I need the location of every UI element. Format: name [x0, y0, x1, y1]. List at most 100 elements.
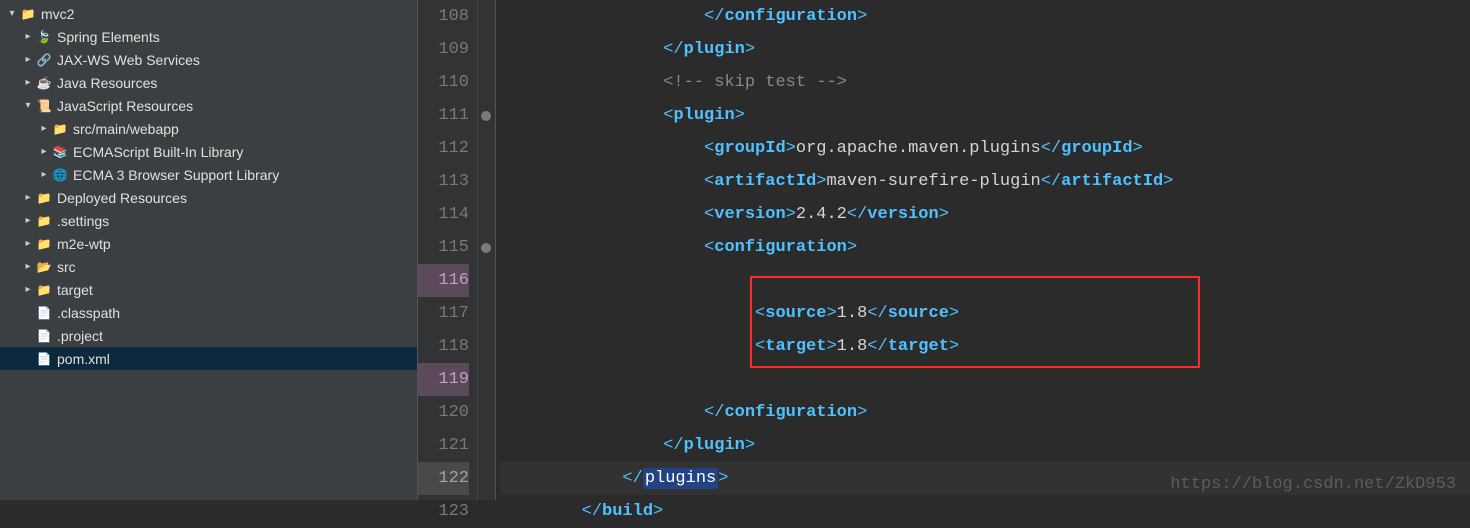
code-line[interactable]: </configuration> — [500, 396, 1470, 429]
code-line[interactable]: <target>1.8</target> — [500, 330, 1470, 363]
token-tag: groupId — [1061, 139, 1132, 158]
chevron-right-icon[interactable]: ▸ — [22, 215, 34, 227]
tree-item[interactable]: ▸📚ECMAScript Built-In Library — [0, 140, 417, 163]
code-line[interactable]: <configuration> — [500, 231, 1470, 264]
chevron-right-icon[interactable]: ▸ — [22, 261, 34, 273]
tree-item[interactable]: ▸☕Java Resources — [0, 71, 417, 94]
proj-icon: 📁 — [20, 6, 36, 22]
token-bracket: > — [786, 205, 796, 224]
token-tag: plugin — [673, 106, 734, 125]
token-tag: target — [765, 337, 826, 356]
chevron-right-icon[interactable]: ▸ — [38, 123, 50, 135]
code-area[interactable]: </configuration> </plugin> <!-- skip tes… — [496, 0, 1470, 500]
code-line[interactable]: </plugin> — [500, 429, 1470, 462]
token-bracket: </ — [622, 469, 642, 488]
tree-item[interactable]: ▸📁m2e-wtp — [0, 232, 417, 255]
tree-item-label: src/main/webapp — [73, 121, 179, 137]
folder-icon: 📁 — [52, 121, 68, 137]
chevron-down-icon[interactable]: ▾ — [6, 8, 18, 20]
token-bracket: > — [1163, 172, 1173, 191]
token-comment: <!-- skip test --> — [663, 73, 847, 92]
spring-icon: 🍃 — [36, 29, 52, 45]
chevron-right-icon[interactable]: ▸ — [22, 77, 34, 89]
tree-item-label: ECMA 3 Browser Support Library — [73, 167, 279, 183]
token-bracket: > — [949, 304, 959, 323]
token-bracket: < — [704, 139, 714, 158]
chevron-down-icon[interactable]: ▾ — [22, 100, 34, 112]
spacer-icon — [22, 307, 34, 319]
chevron-right-icon[interactable]: ▸ — [22, 54, 34, 66]
line-number: 119 — [418, 363, 469, 396]
token-bracket: </ — [704, 7, 724, 26]
tree-item[interactable]: 📄.project — [0, 324, 417, 347]
token-tag: configuration — [724, 7, 857, 26]
token-text: org.apache.maven.plugins — [796, 139, 1041, 158]
chevron-right-icon[interactable]: ▸ — [38, 146, 50, 158]
tree-item[interactable]: ▸🍃Spring Elements — [0, 25, 417, 48]
tree-item[interactable]: ▾📁 mvc2 — [0, 2, 417, 25]
code-line[interactable]: <!-- skip test --> — [500, 66, 1470, 99]
line-number: 108 — [418, 0, 469, 33]
line-number: 115 — [418, 231, 469, 264]
token-bracket: < — [704, 172, 714, 191]
tree-item[interactable]: ▸🔗 JAX-WS Web Services — [0, 48, 417, 71]
code-line[interactable] — [500, 363, 1470, 396]
code-line[interactable]: </plugin> — [500, 33, 1470, 66]
line-number-gutter: 1081091101111121131141151161171181191201… — [418, 0, 478, 500]
chevron-right-icon[interactable]: ▸ — [38, 169, 50, 181]
token-tag: version — [714, 205, 785, 224]
token-bracket: > — [857, 403, 867, 422]
project-explorer[interactable]: ▾📁mvc2▸🍃Spring Elements▸🔗JAX-WS Web Serv… — [0, 0, 418, 500]
token-tag: artifactId — [1061, 172, 1163, 191]
line-number: 109 — [418, 33, 469, 66]
tree-item-label: JAX-WS Web Services — [57, 52, 200, 68]
code-line[interactable]: <artifactId>maven-surefire-plugin</artif… — [500, 165, 1470, 198]
file-icon: 📄 — [36, 328, 52, 344]
token-bracket: </ — [867, 337, 887, 356]
token-text: maven-surefire-plugin — [826, 172, 1040, 191]
code-line[interactable]: <groupId>org.apache.maven.plugins</group… — [500, 132, 1470, 165]
gutter-marker-icon — [481, 111, 491, 121]
code-line[interactable] — [500, 264, 1470, 297]
jax-icon: 🔗 — [36, 52, 52, 68]
token-tag: target — [888, 337, 949, 356]
tree-item[interactable]: 📄.classpath — [0, 301, 417, 324]
tree-item-label: JavaScript Resources — [57, 98, 193, 114]
tree-item[interactable]: ▸📁Deployed Resources — [0, 186, 417, 209]
tree-item[interactable]: 📄pom.xml — [0, 347, 417, 370]
code-line[interactable]: <version>2.4.2</version> — [500, 198, 1470, 231]
token-bracket: </ — [663, 436, 683, 455]
chevron-right-icon[interactable]: ▸ — [22, 31, 34, 43]
spacer-icon — [22, 330, 34, 342]
tree-item-label: mvc2 — [41, 6, 74, 22]
tree-item[interactable]: ▸📁target — [0, 278, 417, 301]
chevron-right-icon[interactable]: ▸ — [22, 238, 34, 250]
token-bracket: < — [704, 205, 714, 224]
line-number: 121 — [418, 429, 469, 462]
token-tag: artifactId — [714, 172, 816, 191]
code-line[interactable]: <plugin> — [500, 99, 1470, 132]
token-bracket: < — [663, 106, 673, 125]
tree-item[interactable]: ▾📜 JavaScript Resources — [0, 94, 417, 117]
globe-icon: 🌐 — [52, 167, 68, 183]
token-tag: build — [602, 502, 653, 521]
chevron-right-icon[interactable]: ▸ — [22, 192, 34, 204]
token-bracket: </ — [582, 502, 602, 521]
token-text: 2.4.2 — [796, 205, 847, 224]
tree-item[interactable]: ▸📂src — [0, 255, 417, 278]
line-number: 112 — [418, 132, 469, 165]
token-bracket: < — [755, 304, 765, 323]
line-number: 113 — [418, 165, 469, 198]
tree-item-label: ECMAScript Built-In Library — [73, 144, 243, 160]
chevron-right-icon[interactable]: ▸ — [22, 284, 34, 296]
token-bracket: </ — [704, 403, 724, 422]
js-icon: 📜 — [36, 98, 52, 114]
tree-item[interactable]: ▸📁 src/main/webapp — [0, 117, 417, 140]
code-line[interactable]: <source>1.8</source> — [500, 297, 1470, 330]
tree-item[interactable]: ▸🌐 ECMA 3 Browser Support Library — [0, 163, 417, 186]
code-line[interactable]: </configuration> — [500, 0, 1470, 33]
folder-icon: 📁 — [36, 213, 52, 229]
token-bracket: > — [745, 40, 755, 59]
code-editor[interactable]: 1081091101111121131141151161171181191201… — [418, 0, 1470, 500]
tree-item[interactable]: ▸📁.settings — [0, 209, 417, 232]
